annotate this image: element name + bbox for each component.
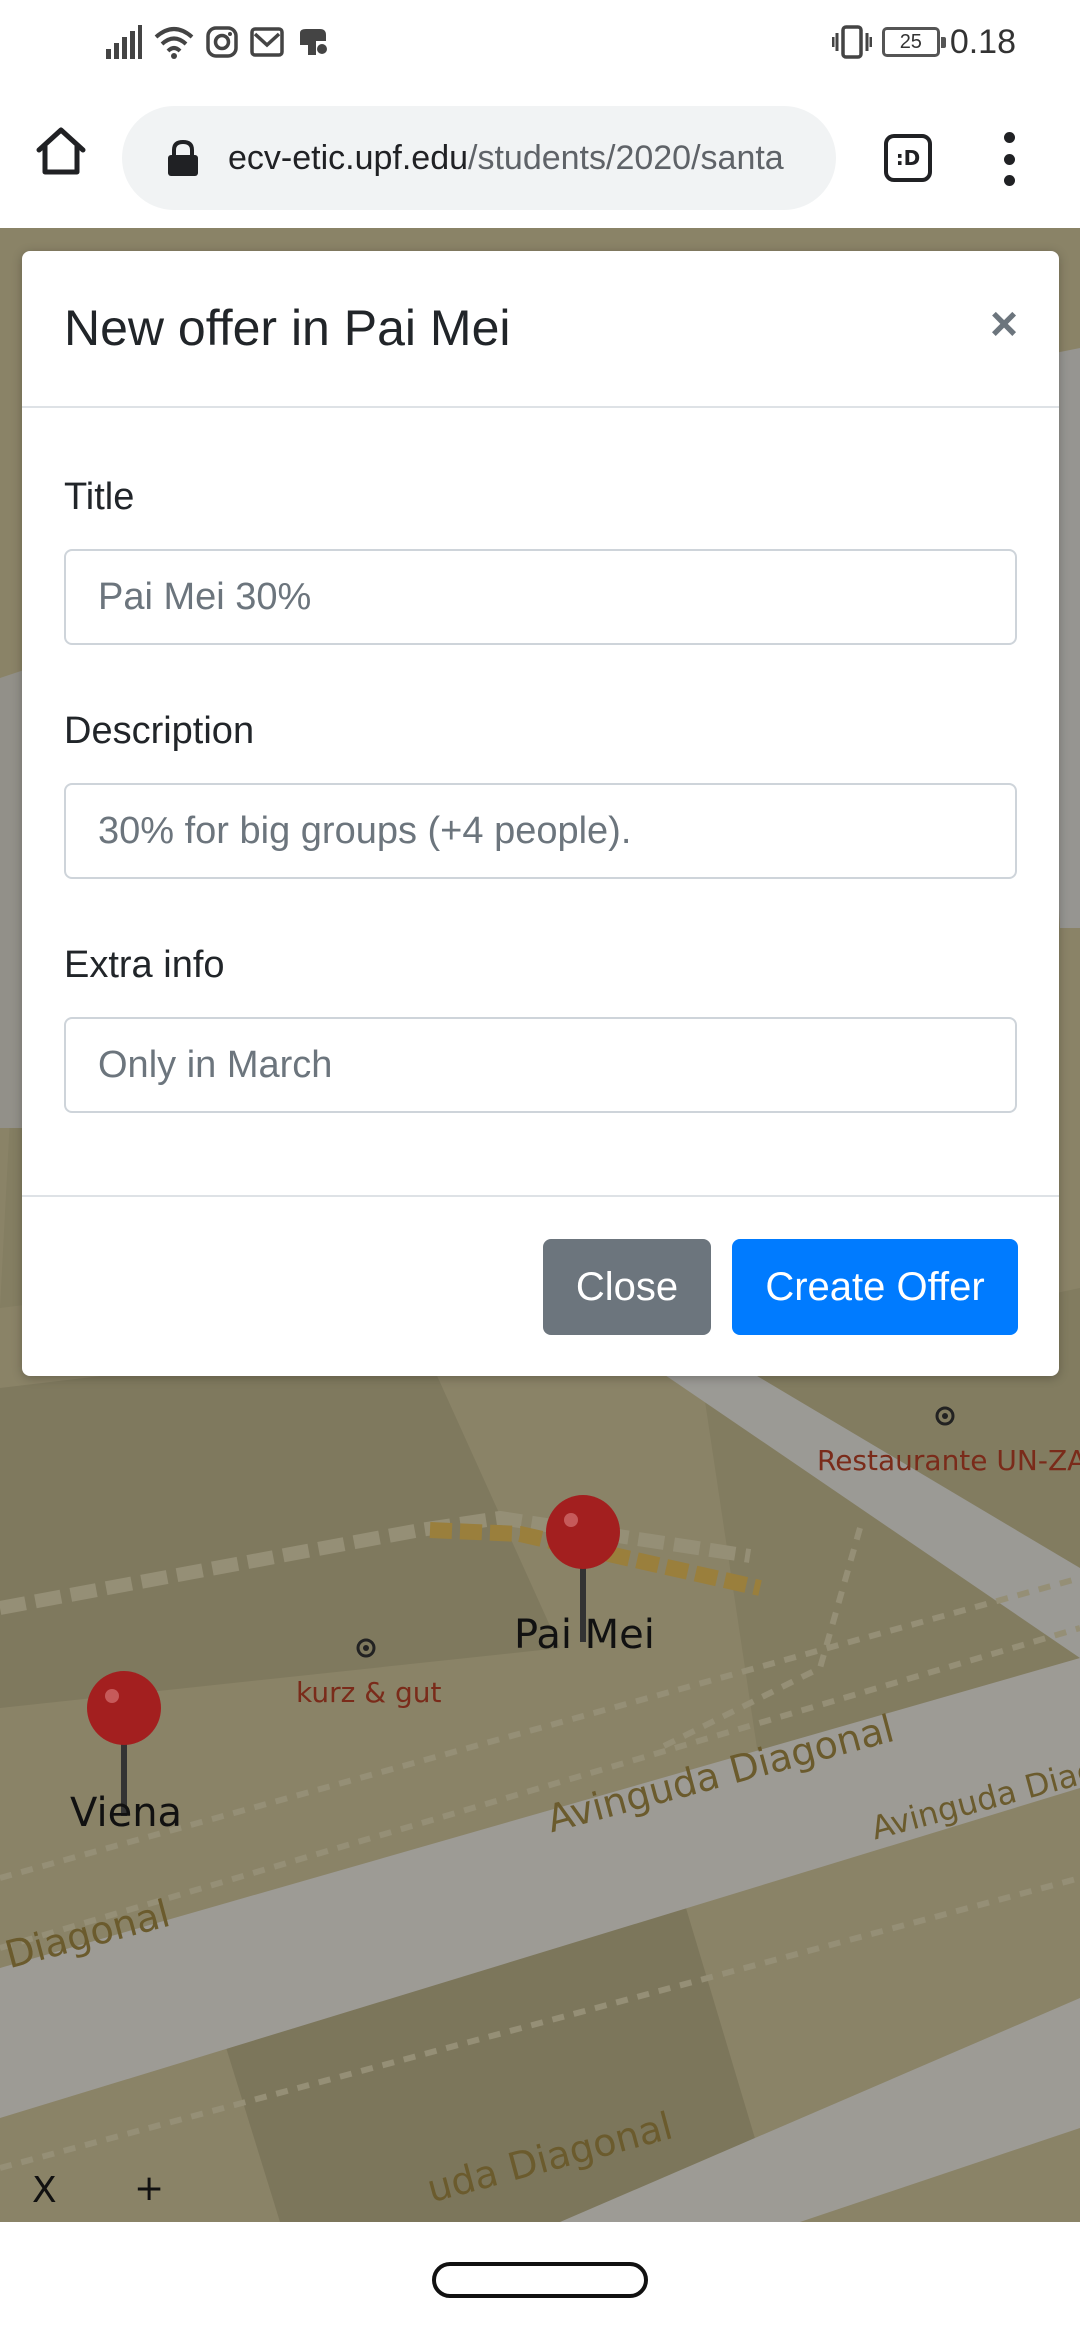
address-bar[interactable]: ecv-etic.upf.edu/students/2020/santa xyxy=(122,106,836,210)
poi-label[interactable]: Restaurante UN-ZA xyxy=(817,1444,1080,1477)
url-text[interactable]: ecv-etic.upf.edu/students/2020/santa xyxy=(228,139,818,178)
title-label: Title xyxy=(64,476,135,518)
system-nav-bar xyxy=(0,2222,1080,2340)
game-icon xyxy=(300,29,327,55)
poi-label[interactable]: kurz & gut xyxy=(296,1676,441,1709)
battery-icon: 25 xyxy=(881,27,946,57)
status-bar: 25 0.18 xyxy=(0,0,1080,88)
lock-icon[interactable] xyxy=(166,139,200,177)
battery-level: 25 xyxy=(899,30,922,53)
status-right: 25 0.18 xyxy=(831,18,1016,66)
url-domain: ecv-etic.upf.edu xyxy=(228,138,469,177)
signal-icon xyxy=(106,25,142,59)
modal-title: New offer in Pai Mei xyxy=(64,300,511,356)
vibrate-icon xyxy=(831,25,872,59)
create-offer-button[interactable]: Create Offer xyxy=(732,1239,1018,1335)
pin-label[interactable]: Pai Mei xyxy=(514,1612,655,1658)
extra-info-input[interactable] xyxy=(64,1017,1017,1113)
status-time: 0.18 xyxy=(949,22,1016,61)
status-left-icons xyxy=(106,22,330,62)
tab-switcher-button[interactable]: :D xyxy=(884,134,932,182)
close-button[interactable]: Close xyxy=(543,1239,711,1335)
zoom-in-control[interactable]: + xyxy=(134,2168,164,2209)
close-icon[interactable]: × xyxy=(982,301,1026,349)
description-input[interactable] xyxy=(64,783,1017,879)
extra-info-label: Extra info xyxy=(64,944,225,986)
browser-toolbar: ecv-etic.upf.edu/students/2020/santa :D xyxy=(0,88,1080,228)
home-gesture-bar[interactable] xyxy=(432,2262,648,2298)
mail-icon xyxy=(250,27,284,57)
instagram-icon xyxy=(206,26,238,58)
url-path: /students/2020/santa xyxy=(468,138,784,177)
browser-menu-icon[interactable] xyxy=(994,132,1024,186)
title-input[interactable] xyxy=(64,549,1017,645)
description-label: Description xyxy=(64,710,255,752)
modal-footer: Close Create Offer xyxy=(22,1195,1059,1376)
map-close-control[interactable]: X xyxy=(32,2170,57,2211)
pin-label[interactable]: Viena xyxy=(70,1790,182,1836)
new-offer-modal: New offer in Pai Mei × Title Description… xyxy=(22,251,1059,1376)
wifi-icon xyxy=(154,27,194,59)
home-icon[interactable] xyxy=(34,124,88,178)
modal-header: New offer in Pai Mei × xyxy=(22,251,1059,408)
